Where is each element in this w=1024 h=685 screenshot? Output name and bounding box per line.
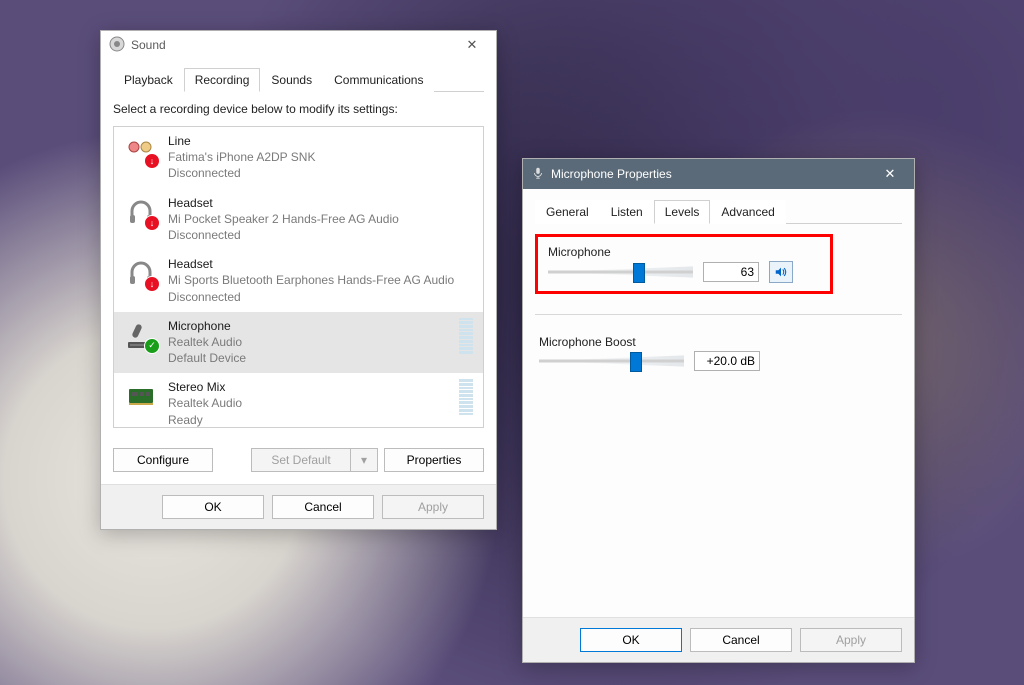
device-row[interactable]: ↓ LineFatima's iPhone A2DP SNKDisconnecte… bbox=[114, 127, 483, 189]
mic-dialog-buttons: OK Cancel Apply bbox=[523, 617, 914, 662]
device-description: Realtek Audio bbox=[168, 334, 443, 350]
headset-icon: ↓ bbox=[124, 195, 158, 229]
apply-button: Apply bbox=[800, 628, 902, 652]
microphone-level-value[interactable] bbox=[703, 262, 759, 282]
line-icon: ↓ bbox=[124, 133, 158, 167]
separator bbox=[535, 314, 902, 315]
device-row[interactable]: ↓ HeadsetMi Sports Bluetooth Earphones Ha… bbox=[114, 250, 483, 312]
microphone-boost-slider[interactable] bbox=[539, 351, 684, 371]
device-text: HeadsetMi Pocket Speaker 2 Hands-Free AG… bbox=[168, 195, 473, 244]
tab-sounds[interactable]: Sounds bbox=[260, 68, 323, 92]
close-icon[interactable]: ✕ bbox=[870, 160, 910, 188]
device-status: Default Device bbox=[168, 350, 443, 366]
device-description: Mi Pocket Speaker 2 Hands-Free AG Audio bbox=[168, 211, 473, 227]
microphone-level-slider[interactable] bbox=[548, 262, 693, 282]
device-status: Ready bbox=[168, 412, 443, 428]
microphone-boost-value[interactable] bbox=[694, 351, 760, 371]
ok-button[interactable]: OK bbox=[162, 495, 264, 519]
device-row[interactable]: ✓ MicrophoneRealtek AudioDefault Device bbox=[114, 312, 483, 374]
card-icon bbox=[124, 379, 158, 413]
ok-button[interactable]: OK bbox=[580, 628, 682, 652]
mic-tabstrip: General Listen Levels Advanced bbox=[535, 199, 902, 224]
tab-recording[interactable]: Recording bbox=[184, 68, 261, 92]
properties-button[interactable]: Properties bbox=[384, 448, 484, 472]
device-text: LineFatima's iPhone A2DP SNKDisconnected bbox=[168, 133, 473, 182]
instruction-text: Select a recording device below to modif… bbox=[113, 102, 484, 116]
microphone-level-label: Microphone bbox=[548, 245, 820, 259]
device-name: Line bbox=[168, 133, 473, 149]
apply-button: Apply bbox=[382, 495, 484, 519]
down-arrow-badge-icon: ↓ bbox=[144, 276, 160, 292]
device-row[interactable]: ↓ HeadsetMi Pocket Speaker 2 Hands-Free A… bbox=[114, 189, 483, 251]
device-name: Headset bbox=[168, 256, 473, 272]
level-meter bbox=[459, 318, 473, 354]
tab-general[interactable]: General bbox=[535, 200, 600, 224]
level-meter bbox=[459, 379, 473, 415]
tab-communications[interactable]: Communications bbox=[323, 68, 434, 92]
sound-titlebar[interactable]: Sound ✕ bbox=[101, 31, 496, 59]
recording-device-list[interactable]: ↓LineFatima's iPhone A2DP SNKDisconnecte… bbox=[113, 126, 484, 428]
device-text: HeadsetMi Sports Bluetooth Earphones Han… bbox=[168, 256, 473, 305]
microphone-boost-label: Microphone Boost bbox=[539, 335, 879, 349]
mic-title: Microphone Properties bbox=[551, 167, 864, 181]
microphone-boost-group: Microphone Boost bbox=[535, 335, 883, 371]
down-arrow-badge-icon: ↓ bbox=[144, 153, 160, 169]
configure-button[interactable]: Configure bbox=[113, 448, 213, 472]
device-description: Realtek Audio bbox=[168, 395, 443, 411]
set-default-splitbutton: Set Default ▾ bbox=[251, 448, 378, 472]
device-description: Mi Sports Bluetooth Earphones Hands-Free… bbox=[168, 272, 473, 288]
device-row[interactable]: Stereo MixRealtek AudioReady bbox=[114, 373, 483, 428]
device-name: Microphone bbox=[168, 318, 443, 334]
set-default-button: Set Default bbox=[251, 448, 350, 472]
tab-advanced[interactable]: Advanced bbox=[710, 200, 785, 224]
check-badge-icon: ✓ bbox=[144, 338, 160, 354]
device-status: Disconnected bbox=[168, 227, 473, 243]
device-status: Disconnected bbox=[168, 165, 473, 181]
close-icon[interactable]: ✕ bbox=[452, 31, 492, 59]
sound-title: Sound bbox=[131, 38, 446, 52]
highlight-box-red: Microphone bbox=[535, 234, 833, 294]
speaker-icon bbox=[109, 36, 125, 55]
cancel-button[interactable]: Cancel bbox=[272, 495, 374, 519]
sound-tabstrip: Playback Recording Sounds Communications bbox=[113, 67, 484, 92]
tab-playback[interactable]: Playback bbox=[113, 68, 184, 92]
chevron-down-icon: ▾ bbox=[361, 453, 367, 467]
headset-icon: ↓ bbox=[124, 256, 158, 290]
tab-listen[interactable]: Listen bbox=[600, 200, 654, 224]
sound-dialog: Sound ✕ Playback Recording Sounds Commun… bbox=[100, 30, 497, 530]
microphone-properties-dialog: Microphone Properties ✕ General Listen L… bbox=[522, 158, 915, 663]
sound-dialog-buttons: OK Cancel Apply bbox=[101, 484, 496, 529]
device-name: Headset bbox=[168, 195, 473, 211]
microphone-icon bbox=[531, 166, 545, 183]
down-arrow-badge-icon: ↓ bbox=[144, 215, 160, 231]
device-name: Stereo Mix bbox=[168, 379, 443, 395]
device-description: Fatima's iPhone A2DP SNK bbox=[168, 149, 473, 165]
mic-icon: ✓ bbox=[124, 318, 158, 352]
device-text: Stereo MixRealtek AudioReady bbox=[168, 379, 443, 428]
device-status: Disconnected bbox=[168, 289, 473, 305]
set-default-dropdown: ▾ bbox=[350, 448, 378, 472]
cancel-button[interactable]: Cancel bbox=[690, 628, 792, 652]
tab-levels[interactable]: Levels bbox=[654, 200, 711, 224]
mic-titlebar[interactable]: Microphone Properties ✕ bbox=[523, 159, 914, 189]
speaker-unmuted-icon[interactable] bbox=[769, 261, 793, 283]
device-text: MicrophoneRealtek AudioDefault Device bbox=[168, 318, 443, 367]
